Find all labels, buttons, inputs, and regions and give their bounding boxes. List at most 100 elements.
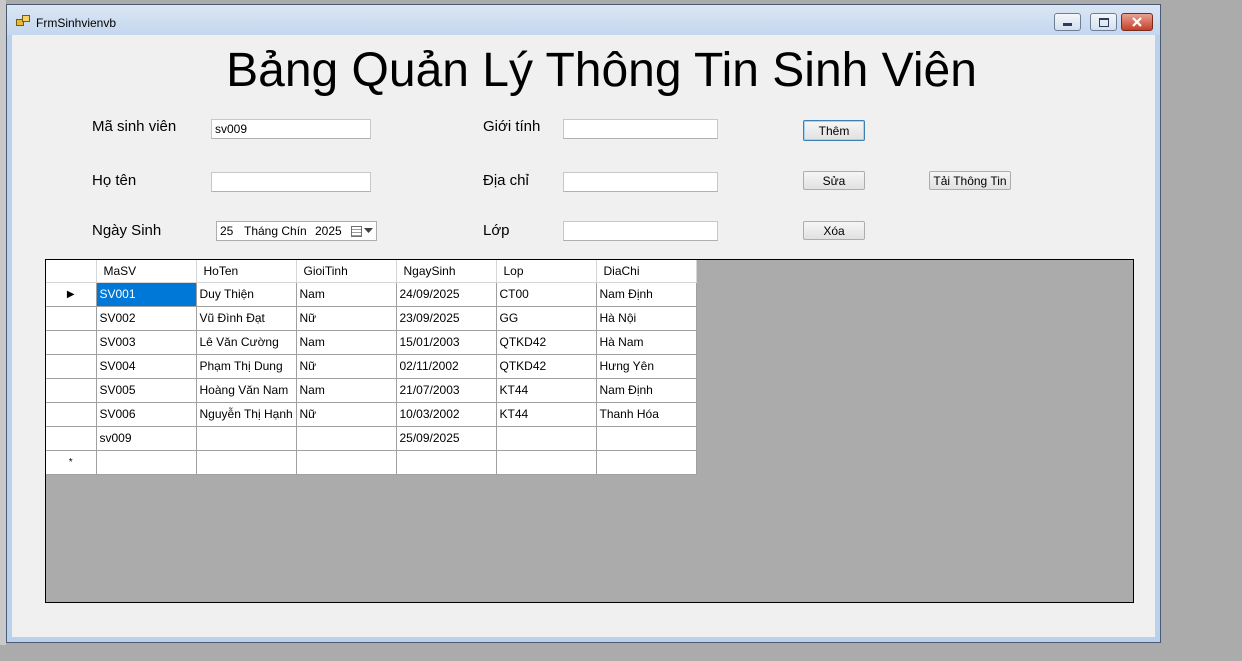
table-cell[interactable]: Nữ [296,306,397,331]
grid-corner-header[interactable] [46,260,97,283]
table-cell[interactable]: SV002 [96,306,197,331]
row-header[interactable] [46,378,97,403]
column-header-ngaysinh[interactable]: NgaySinh [396,260,497,283]
table-cell[interactable]: Hà Nội [596,306,697,331]
maximize-button[interactable] [1090,13,1117,31]
table-cell[interactable] [496,426,597,451]
table-row[interactable]: SV005 Hoàng Văn Nam Nam 21/07/2003 KT44 … [46,378,697,403]
table-row[interactable]: sv009 25/09/2025 [46,426,697,451]
gioitinh-input[interactable] [563,119,718,139]
table-cell[interactable]: 24/09/2025 [396,282,497,307]
table-cell[interactable]: Hưng Yên [596,354,697,379]
table-cell[interactable]: 02/11/2002 [396,354,497,379]
ngaysinh-date-picker[interactable]: 25 Tháng Chín 2025 [216,221,377,241]
table-cell[interactable]: Duy Thiện [196,282,297,307]
diachi-input[interactable] [563,172,718,192]
table-cell[interactable]: 15/01/2003 [396,330,497,355]
table-cell[interactable]: KT44 [496,402,597,427]
table-cell[interactable]: Nam [296,378,397,403]
table-cell[interactable]: SV005 [96,378,197,403]
table-cell[interactable] [396,450,497,475]
title-bar[interactable]: FrmSinhvienvb [7,5,1160,35]
row-header[interactable] [46,354,97,379]
table-cell[interactable]: Nam Định [596,282,697,307]
app-form-icon [16,15,30,27]
calendar-icon[interactable] [351,225,362,237]
table-cell[interactable]: Hoàng Văn Nam [196,378,297,403]
table-cell[interactable] [296,450,397,475]
table-cell[interactable]: 10/03/2002 [396,402,497,427]
table-cell[interactable]: sv009 [96,426,197,451]
new-row-icon: * [68,456,73,468]
column-header-masv[interactable]: MaSV [96,260,197,283]
table-cell[interactable]: QTKD42 [496,330,597,355]
table-cell[interactable]: Nam [296,330,397,355]
table-cell[interactable]: 21/07/2003 [396,378,497,403]
table-cell[interactable]: 23/09/2025 [396,306,497,331]
window-title: FrmSinhvienvb [36,16,117,30]
table-cell[interactable]: SV001 [96,282,197,307]
tai-thong-tin-button[interactable]: Tải Thông Tin [929,171,1011,190]
table-cell[interactable] [96,450,197,475]
table-cell[interactable]: CT00 [496,282,597,307]
row-header[interactable] [46,402,97,427]
lop-input[interactable] [563,221,718,241]
date-day[interactable]: 25 [220,224,244,238]
hoten-input[interactable] [211,172,371,192]
sua-button[interactable]: Sửa [803,171,865,190]
minimize-button[interactable] [1054,13,1081,31]
row-header[interactable] [46,426,97,451]
column-header-hoten[interactable]: HoTen [196,260,297,283]
row-header[interactable]: * [46,450,97,475]
student-table: MaSV HoTen GioiTinh NgaySinh Lop DiaChi … [46,260,697,475]
table-cell[interactable]: Lê Văn Cường [196,330,297,355]
table-cell[interactable]: SV004 [96,354,197,379]
close-icon [1132,17,1142,27]
new-row[interactable]: * [46,450,697,475]
table-row[interactable]: SV006 Nguyễn Thị Hạnh Nữ 10/03/2002 KT44… [46,402,697,427]
ngaysinh-label: Ngày Sinh [92,222,162,239]
table-row[interactable]: SV002 Vũ Đình Đạt Nữ 23/09/2025 GG Hà Nộ… [46,306,697,331]
row-header[interactable]: ▶ [46,282,97,307]
date-month[interactable]: Tháng Chín [244,224,315,238]
table-row[interactable]: ▶ SV001 Duy Thiện Nam 24/09/2025 CT00 Na… [46,282,697,307]
table-cell[interactable]: QTKD42 [496,354,597,379]
table-cell[interactable] [196,450,297,475]
column-header-diachi[interactable]: DiaChi [596,260,697,283]
table-cell[interactable]: GG [496,306,597,331]
date-year[interactable]: 2025 [315,224,351,238]
table-cell[interactable] [496,450,597,475]
table-cell[interactable]: 25/09/2025 [396,426,497,451]
column-header-lop[interactable]: Lop [496,260,597,283]
table-cell[interactable] [196,426,297,451]
table-cell[interactable]: Nữ [296,354,397,379]
table-cell[interactable]: Nữ [296,402,397,427]
hoten-label: Họ tên [92,172,137,189]
table-cell[interactable]: Nguyễn Thị Hạnh [196,402,297,427]
table-cell[interactable]: SV006 [96,402,197,427]
row-header[interactable] [46,330,97,355]
table-cell[interactable]: Thanh Hóa [596,402,697,427]
table-row[interactable]: SV004 Phạm Thị Dung Nữ 02/11/2002 QTKD42… [46,354,697,379]
maximize-icon [1098,17,1109,27]
masv-input[interactable] [211,119,371,139]
table-row[interactable]: SV003 Lê Văn Cường Nam 15/01/2003 QTKD42… [46,330,697,355]
them-button[interactable]: Thêm [803,120,865,141]
table-cell[interactable]: Nam Định [596,378,697,403]
table-cell[interactable]: SV003 [96,330,197,355]
table-cell[interactable]: Nam [296,282,397,307]
table-cell[interactable]: Vũ Đình Đạt [196,306,297,331]
table-cell[interactable] [596,426,697,451]
xoa-button[interactable]: Xóa [803,221,865,240]
table-cell[interactable]: Phạm Thị Dung [196,354,297,379]
gioitinh-label: Giới tính [483,118,541,135]
student-data-grid[interactable]: MaSV HoTen GioiTinh NgaySinh Lop DiaChi … [45,259,1134,603]
table-cell[interactable]: Hà Nam [596,330,697,355]
row-header[interactable] [46,306,97,331]
table-cell[interactable] [296,426,397,451]
table-cell[interactable] [596,450,697,475]
table-cell[interactable]: KT44 [496,378,597,403]
close-button[interactable] [1121,13,1153,31]
column-header-gioitinh[interactable]: GioiTinh [296,260,397,283]
chevron-down-icon[interactable] [364,228,373,234]
